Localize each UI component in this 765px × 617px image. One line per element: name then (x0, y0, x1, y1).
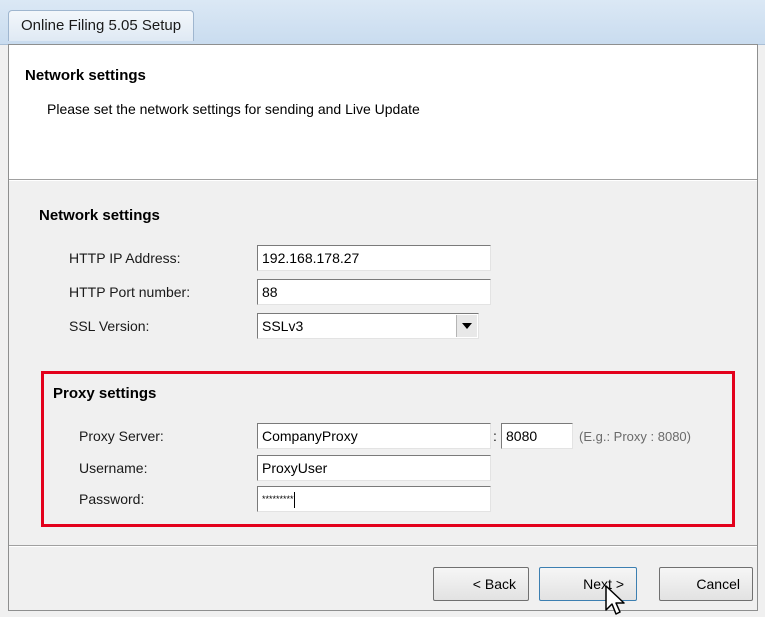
footer-divider-highlight (9, 546, 757, 547)
port-separator: : (493, 428, 497, 444)
setup-dialog: Network settings Please set the network … (8, 44, 758, 611)
text-cursor (293, 491, 295, 508)
http-port-input[interactable]: 88 (257, 279, 491, 305)
cancel-button[interactable]: Cancel (659, 567, 753, 601)
ssl-version-select[interactable]: SSLv3 (257, 313, 479, 339)
proxy-port-input[interactable]: 8080 (501, 423, 573, 449)
header-panel: Network settings Please set the network … (9, 45, 757, 180)
http-ip-input[interactable]: 192.168.178.27 (257, 245, 491, 271)
ssl-version-value: SSLv3 (262, 318, 304, 334)
http-ip-label: HTTP IP Address: (69, 250, 181, 266)
password-label: Password: (79, 491, 145, 507)
chevron-down-icon (462, 323, 472, 329)
page-subtitle: Please set the network settings for send… (47, 101, 420, 117)
network-group-title: Network settings (39, 207, 160, 224)
proxy-group-title: Proxy settings (53, 385, 157, 402)
ssl-version-label: SSL Version: (69, 318, 150, 334)
back-button[interactable]: < Back (433, 567, 529, 601)
http-port-label: HTTP Port number: (69, 284, 191, 300)
proxy-server-label: Proxy Server: (79, 428, 164, 444)
username-input[interactable]: ProxyUser (257, 455, 491, 481)
proxy-example-hint: (E.g.: Proxy : 8080) (579, 429, 691, 444)
dropdown-arrow-button[interactable] (456, 315, 477, 337)
window-title: Online Filing 5.05 Setup (8, 10, 195, 41)
title-bar: Online Filing 5.05 Setup (0, 0, 765, 45)
page-title: Network settings (25, 67, 146, 84)
mouse-pointer-icon (605, 585, 625, 615)
username-label: Username: (79, 460, 148, 476)
header-divider (9, 180, 757, 181)
proxy-server-input[interactable]: CompanyProxy (257, 423, 491, 449)
password-masked-value: ********* (262, 494, 294, 504)
password-input[interactable]: ********* (257, 486, 491, 512)
